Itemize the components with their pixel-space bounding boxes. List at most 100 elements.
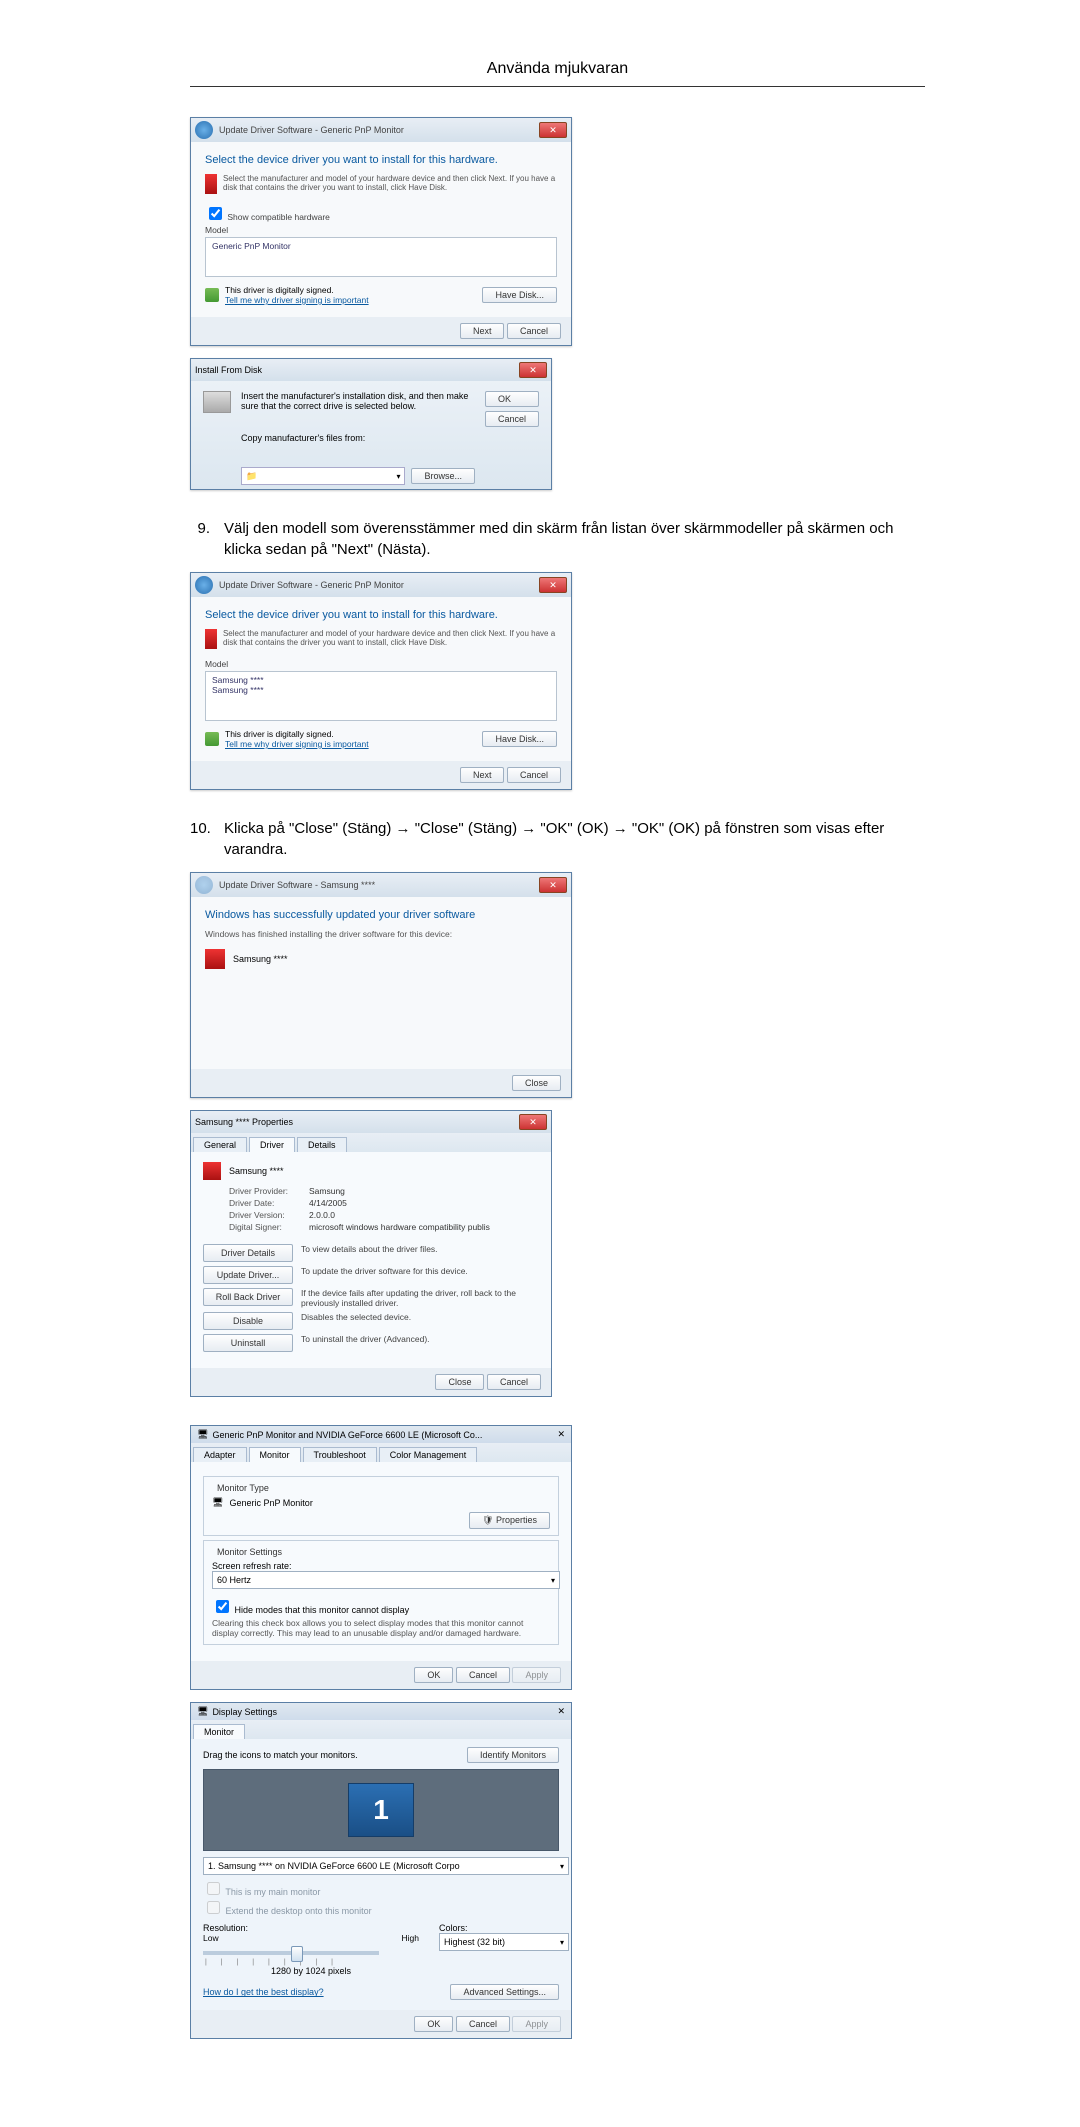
model-list[interactable]: Generic PnP Monitor [205, 237, 557, 277]
update-driver-finished: Update Driver Software - Samsung **** ✕ … [190, 872, 572, 1098]
ok-button[interactable]: OK [485, 391, 539, 407]
signing-link[interactable]: Tell me why driver signing is important [225, 739, 369, 749]
refresh-rate-select[interactable]: 60 Hertz▾ [212, 1571, 560, 1589]
model-column-header: Model [205, 225, 557, 235]
monitor-arrangement[interactable]: 1 [203, 1769, 559, 1851]
copy-from-label: Copy manufacturer's files from: [241, 433, 475, 443]
ok-button[interactable]: OK [414, 1667, 453, 1683]
apply-button: Apply [512, 2016, 561, 2032]
page-title: Windows has successfully updated your dr… [205, 909, 557, 921]
monitor-icon: 🖥 [212, 1497, 223, 1508]
group-monitor-settings: Monitor Settings [214, 1547, 285, 1557]
device-icon [205, 174, 217, 194]
close-icon[interactable]: ✕ [519, 362, 547, 378]
close-icon[interactable]: ✕ [557, 1429, 565, 1440]
identify-monitors-button[interactable]: Identify Monitors [467, 1747, 559, 1763]
show-compatible-checkbox[interactable]: Show compatible hardware [205, 212, 330, 222]
driver-properties-dialog: Samsung **** Properties ✕ General Driver… [190, 1110, 552, 1397]
list-item[interactable]: Generic PnP Monitor [212, 241, 550, 251]
refresh-rate-label: Screen refresh rate: [212, 1561, 550, 1571]
monitor-select[interactable]: 1. Samsung **** on NVIDIA GeForce 6600 L… [203, 1857, 569, 1875]
extend-desktop-checkbox: Extend the desktop onto this monitor [203, 1906, 372, 1916]
close-icon[interactable]: ✕ [539, 577, 567, 593]
best-display-link[interactable]: How do I get the best display? [203, 1987, 324, 1997]
device-name: Samsung **** [229, 1166, 284, 1176]
chevron-down-icon: ▾ [396, 472, 400, 481]
tab-general[interactable]: General [193, 1137, 247, 1152]
device-icon [203, 1162, 221, 1180]
dialog-title: Samsung **** Properties [195, 1117, 293, 1127]
disable-button[interactable]: Disable [203, 1312, 293, 1330]
tab-monitor[interactable]: Monitor [249, 1447, 301, 1462]
close-icon[interactable]: ✕ [557, 1706, 565, 1717]
apply-button: Apply [512, 1667, 561, 1683]
cancel-button[interactable]: Cancel [485, 411, 539, 427]
main-monitor-checkbox: This is my main monitor [203, 1887, 320, 1897]
step-9: 9. Välj den modell som överensstämmer me… [190, 518, 925, 560]
display-settings-dialog: 🖥 Display Settings ✕ Monitor Drag the ic… [190, 1702, 572, 2039]
close-button[interactable]: Close [435, 1374, 484, 1390]
signed-text: This driver is digitally signed. [225, 285, 369, 295]
hint-text: Select the manufacturer and model of you… [223, 629, 557, 649]
advanced-settings-button[interactable]: Advanced Settings... [450, 1984, 559, 2000]
breadcrumb: Update Driver Software - Generic PnP Mon… [219, 580, 404, 590]
list-item[interactable]: Samsung **** [212, 675, 550, 685]
cancel-button[interactable]: Cancel [456, 1667, 510, 1683]
tab-adapter[interactable]: Adapter [193, 1447, 247, 1462]
back-icon[interactable] [195, 576, 213, 594]
model-column-header: Model [205, 659, 557, 669]
tab-color-management[interactable]: Color Management [379, 1447, 478, 1462]
colors-select[interactable]: Highest (32 bit)▾ [439, 1933, 569, 1951]
monitor-tab-dialog: 🖥 Generic PnP Monitor and NVIDIA GeForce… [190, 1425, 572, 1690]
model-list[interactable]: Samsung **** Samsung **** [205, 671, 557, 721]
page-title: Select the device driver you want to ins… [205, 609, 557, 621]
signing-link[interactable]: Tell me why driver signing is important [225, 295, 369, 305]
breadcrumb: Update Driver Software - Generic PnP Mon… [219, 125, 404, 135]
driver-details-button[interactable]: Driver Details [203, 1244, 293, 1262]
tab-troubleshoot[interactable]: Troubleshoot [303, 1447, 377, 1462]
group-monitor-type: Monitor Type [214, 1483, 272, 1493]
device-icon [205, 629, 217, 649]
device-icon [205, 949, 225, 969]
back-icon [195, 876, 213, 894]
device-name: Samsung **** [233, 954, 288, 964]
back-icon[interactable] [195, 121, 213, 139]
browse-button[interactable]: Browse... [411, 468, 475, 484]
resolution-slider[interactable] [203, 1951, 379, 1955]
chevron-down-icon: ▾ [551, 1576, 555, 1585]
path-dropdown[interactable]: 📁▾ [241, 467, 405, 485]
disk-icon [203, 391, 231, 413]
cancel-button[interactable]: Cancel [507, 323, 561, 339]
update-driver-wizard-1: Update Driver Software - Generic PnP Mon… [190, 117, 572, 346]
signed-text: This driver is digitally signed. [225, 729, 369, 739]
ok-button[interactable]: OK [414, 2016, 453, 2032]
next-button[interactable]: Next [460, 323, 505, 339]
cancel-button[interactable]: Cancel [487, 1374, 541, 1390]
dialog-title: Install From Disk [195, 365, 262, 375]
hide-modes-checkbox[interactable]: Hide modes that this monitor cannot disp… [212, 1605, 409, 1615]
close-icon[interactable]: ✕ [539, 877, 567, 893]
have-disk-button[interactable]: Have Disk... [482, 287, 557, 303]
have-disk-button[interactable]: Have Disk... [482, 731, 557, 747]
tab-details[interactable]: Details [297, 1137, 347, 1152]
dialog-title: Display Settings [212, 1707, 277, 1717]
rollback-driver-button[interactable]: Roll Back Driver [203, 1288, 293, 1306]
monitor-1[interactable]: 1 [348, 1783, 414, 1837]
close-icon[interactable]: ✕ [519, 1114, 547, 1130]
shield-icon: 🛡 [482, 1515, 493, 1525]
breadcrumb: Update Driver Software - Samsung **** [219, 880, 375, 890]
list-item[interactable]: Samsung **** [212, 685, 550, 695]
chevron-down-icon: ▾ [560, 1938, 564, 1947]
close-button[interactable]: Close [512, 1075, 561, 1091]
update-driver-button[interactable]: Update Driver... [203, 1266, 293, 1284]
cancel-button[interactable]: Cancel [507, 767, 561, 783]
tab-driver[interactable]: Driver [249, 1137, 295, 1152]
shield-icon [205, 732, 219, 746]
cancel-button[interactable]: Cancel [456, 2016, 510, 2032]
next-button[interactable]: Next [460, 767, 505, 783]
drag-instruction: Drag the icons to match your monitors. [203, 1750, 358, 1760]
close-icon[interactable]: ✕ [539, 122, 567, 138]
uninstall-button[interactable]: Uninstall [203, 1334, 293, 1352]
resolution-value: 1280 by 1024 pixels [203, 1966, 419, 1976]
tab-monitor[interactable]: Monitor [193, 1724, 245, 1739]
